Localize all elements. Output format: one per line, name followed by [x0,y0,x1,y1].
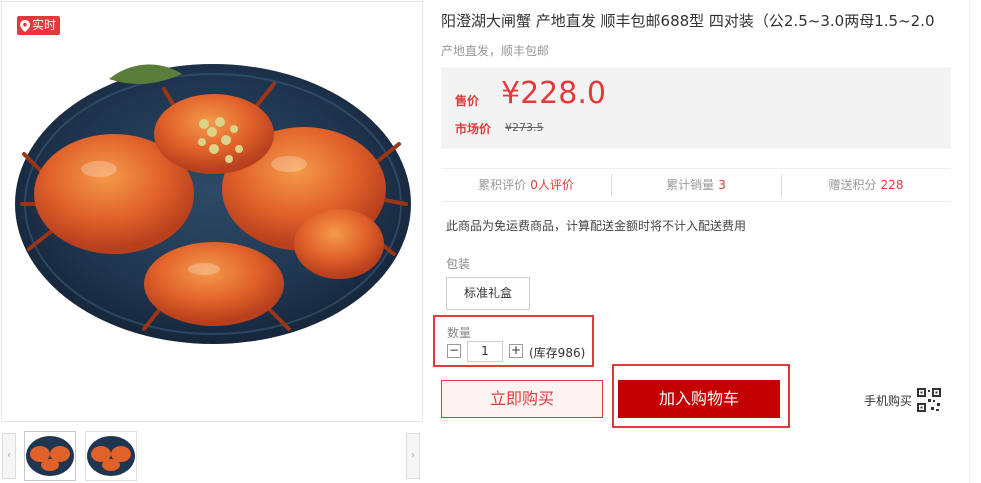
crab-thumbnail-image [87,436,135,476]
sales-label: 累计销量 [666,178,715,192]
product-title: 阳澄湖大闸蟹 产地直发 顺丰包邮688型 四对装（公2.5~3.0两母1.5~2… [441,12,935,30]
quantity-section: 数量 − 1 + (库存986) [433,315,594,367]
points-value: 228 [880,178,904,192]
chevron-left-icon[interactable]: ‹ [2,433,16,479]
market-price-label: 市场价 [455,122,492,136]
quantity-input[interactable]: 1 [467,341,503,362]
thumbnail-strip: ‹ › [1,431,423,481]
live-badge: 实时 [17,16,61,35]
sales-stat: 累计销量 3 [611,169,781,201]
location-pin-icon [20,19,30,32]
live-badge-label: 实时 [32,18,57,32]
thumbnail-2[interactable] [85,431,137,481]
thumbnail-1[interactable] [24,431,76,481]
crab-plate-image [15,64,411,344]
right-divider [969,0,970,483]
product-detail-page: 实时 ‹ › 阳澄湖大闸蟹 产地直发 顺丰包邮688型 四对装（公2.5~3.0… [0,0,981,483]
stats-bar: 累积评价 0人评价 累计销量 3 赠送积分 228 [441,168,951,202]
reviews-stat[interactable]: 累积评价 0人评价 [441,169,611,201]
packaging-label: 包装 [446,257,471,271]
chevron-right-icon[interactable]: › [406,433,420,479]
sales-value: 3 [718,178,726,192]
points-stat: 赠送积分 228 [781,169,951,201]
main-product-image[interactable]: 实时 [1,1,423,422]
price-value: ¥228.0 [501,76,606,111]
quantity-plus-button[interactable]: + [509,344,523,358]
quantity-minus-button[interactable]: − [447,344,461,358]
market-price-value: ¥273.5 [505,121,544,134]
price-panel: 售价 ¥228.0 市场价 ¥273.5 [441,67,951,149]
packaging-option[interactable]: 标准礼盒 [446,277,530,310]
product-subtitle: 产地直发，顺丰包邮 [441,44,550,58]
quantity-label: 数量 [447,326,472,340]
price-label: 售价 [455,94,480,108]
stock-count: (库存986) [529,346,586,360]
freight-note: 此商品为免运费商品，计算配送金额时将不计入配送费用 [446,219,747,233]
reviews-value[interactable]: 0人评价 [530,178,574,192]
mobile-buy-label[interactable]: 手机购买 [864,392,912,409]
reviews-label: 累积评价 [478,178,527,192]
buy-now-button[interactable]: 立即购买 [441,380,603,418]
add-to-cart-button[interactable]: 加入购物车 [618,380,780,418]
qr-code-icon[interactable] [917,388,941,412]
points-label: 赠送积分 [828,178,877,192]
crab-thumbnail-image [26,436,74,476]
